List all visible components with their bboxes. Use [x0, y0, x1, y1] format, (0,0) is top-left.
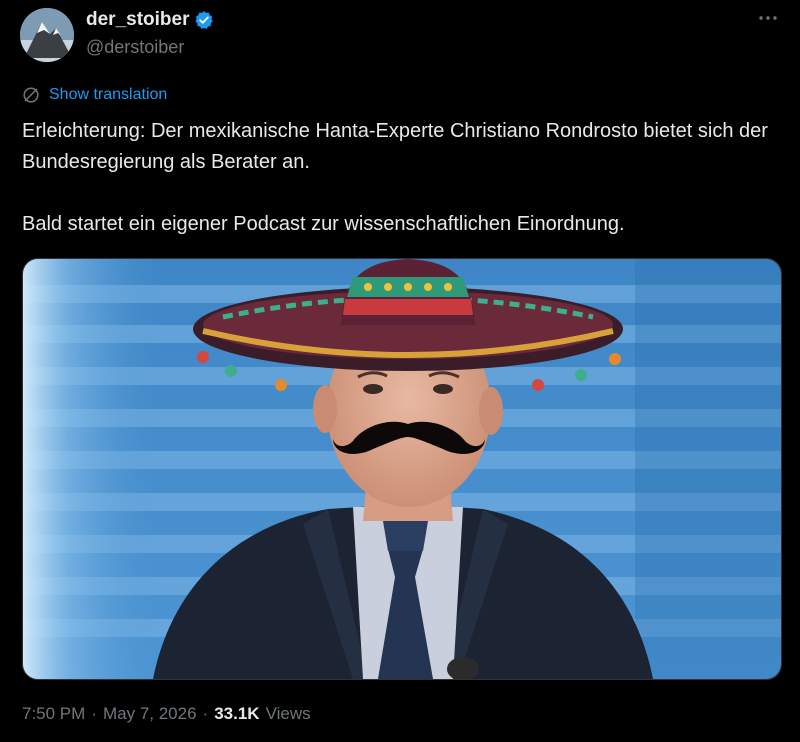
tweet-date[interactable]: May 7, 2026 [103, 704, 197, 724]
meta-separator: · [91, 704, 97, 723]
verified-badge-icon [195, 11, 214, 29]
views-count: 33.1K [214, 704, 260, 723]
more-options-icon[interactable] [756, 8, 780, 28]
tweet-time[interactable]: 7:50 PM [22, 704, 85, 724]
photo-man-sombrero-mustache [23, 259, 781, 679]
mountain-avatar-icon [20, 8, 74, 62]
show-translation-label[interactable]: Show translation [49, 86, 167, 104]
author-name[interactable]: der_stoiber [86, 9, 214, 31]
tweet-meta: 7:50 PM · May 7, 2026 · 33.1K Views [22, 704, 311, 724]
show-translation-link[interactable]: Show translation [22, 86, 167, 104]
tweet-text: Erleichterung: Der mexikanische Hanta-Ex… [22, 120, 768, 235]
author-handle[interactable]: @derstoiber [86, 37, 184, 58]
views-label: Views [265, 704, 311, 723]
meta-separator: · [202, 704, 209, 723]
author-avatar[interactable] [20, 8, 74, 62]
tweet-photo[interactable] [22, 258, 782, 680]
author-display-name[interactable]: der_stoiber [86, 9, 189, 31]
globe-slash-icon [23, 87, 39, 103]
